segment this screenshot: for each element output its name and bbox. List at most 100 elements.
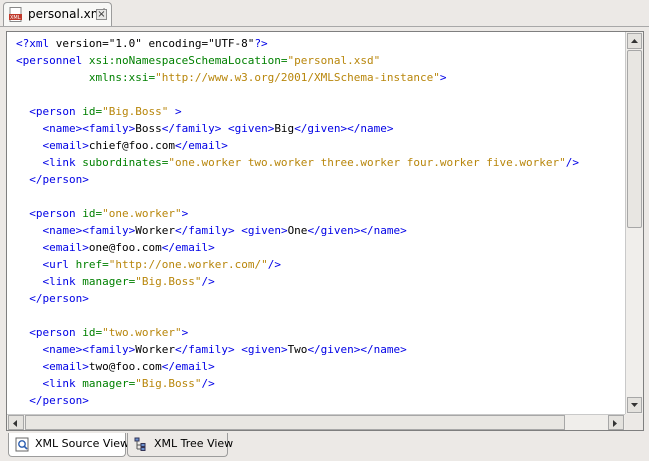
code-area[interactable]: <?xml version="1.0" encoding="UTF-8"?> <p… [16,35,623,413]
code-token: Big [274,122,295,135]
code-line: </person> [16,290,623,307]
code-line: <person id="one.worker"> [16,205,623,222]
code-line: <person id="two.worker"> [16,324,623,341]
code-line: <personnel xsi:noNamespaceSchemaLocation… [16,52,623,69]
code-token: <given> [227,122,275,135]
code-token: <given> [241,343,288,356]
code-token: </person> [29,394,89,407]
code-token: </family> [174,343,235,356]
xml-file-icon: XML [9,7,24,22]
code-token: </given></name> [307,224,407,237]
code-token: subordinates= [82,156,169,169]
close-tab-button[interactable]: × [96,9,107,20]
code-token: <link [42,156,83,169]
code-token: Worker [135,224,175,237]
code-token: id= [82,207,103,220]
xml-tree-view-icon [134,437,149,452]
code-token: <personnel [16,54,89,67]
tab-xml-tree-view[interactable]: XML Tree View [127,433,233,457]
arrow-left-icon [13,420,17,427]
code-token: > [181,326,189,339]
code-token: <given> [241,224,288,237]
code-token: xsi:noNamespaceSchemaLocation= [88,54,288,67]
arrow-down-icon [631,403,638,407]
scrollbar-corner [625,414,643,430]
scroll-down-button[interactable] [627,397,642,413]
scroll-right-button[interactable] [608,415,624,430]
code-token: > [439,71,447,84]
code-token: href= [75,258,109,271]
horizontal-scrollbar[interactable] [7,414,625,430]
arrow-right-icon [613,420,617,427]
code-token: "two.worker" [102,326,182,339]
code-token: <email> [42,241,89,254]
code-token: manager= [82,275,136,288]
code-token: <email> [42,139,89,152]
scroll-left-button[interactable] [8,415,24,430]
code-token: One [287,224,308,237]
code-token: <link [42,275,83,288]
code-token: </family> [161,122,222,135]
code-token: <name><family> [42,343,136,356]
vertical-scroll-thumb[interactable] [627,50,642,228]
code-line: <url href="http://one.worker.com/"/> [16,256,623,273]
code-line: </person> [16,392,623,409]
code-token: <name><family> [42,224,136,237]
code-token: /> [201,275,215,288]
code-token: "Big.Boss" [102,105,169,118]
scroll-up-button[interactable] [627,33,642,49]
code-token: </email> [161,241,215,254]
code-token: </email> [174,139,228,152]
code-token: <person [29,207,83,220]
code-token: <person [29,105,83,118]
code-token: id= [82,105,103,118]
tab-xml-source-view[interactable]: XML Source View [8,433,130,457]
code-line: <link manager="Big.Boss"/> [16,375,623,392]
code-token: ?> [254,37,268,50]
code-token: "one.worker" [102,207,182,220]
code-line: </person> [16,171,623,188]
code-token: xmlns:xsi= [88,71,156,84]
xml-source-view-icon [15,437,30,452]
code-token: <?xml [16,37,56,50]
horizontal-scroll-thumb[interactable] [25,415,565,430]
close-icon: × [97,9,106,20]
code-token: "http://one.worker.com/" [108,258,268,271]
xml-source-editor[interactable]: <?xml version="1.0" encoding="UTF-8"?> <p… [6,31,644,431]
code-token: "Big.Boss" [135,377,202,390]
view-tab-strip: XML Source View XML Tree View [0,432,649,461]
code-token: </person> [29,292,89,305]
code-token: chief@foo.com [88,139,175,152]
code-token: <link [42,377,83,390]
code-token: </given></name> [294,122,394,135]
code-line: xmlns:xsi="http://www.w3.org/2001/XMLSch… [16,69,623,86]
code-token: </email> [161,360,215,373]
document-tab-personal-xml[interactable]: XML personal.xml × [3,2,112,26]
code-token: </given></name> [307,343,407,356]
code-line: <name><family>Worker</family> <given>One… [16,222,623,239]
editor-tab-strip: XML personal.xml × [0,0,649,27]
vertical-scrollbar[interactable] [625,32,643,414]
code-token: "Big.Boss" [135,275,202,288]
code-token: > [168,105,182,118]
tab-xml-tree-view-label: XML Tree View [154,437,234,450]
svg-text:XML: XML [10,15,21,21]
tab-xml-source-view-label: XML Source View [35,437,130,450]
code-token: "personal.xsd" [287,54,381,67]
